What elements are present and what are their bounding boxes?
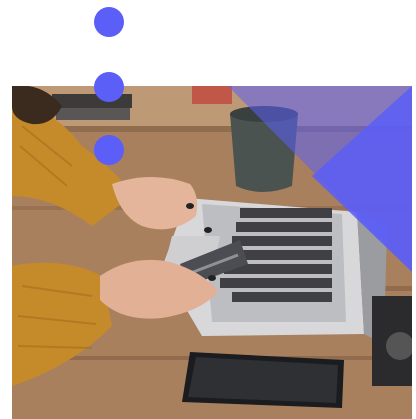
- smartphone: [182, 352, 344, 408]
- books: [52, 94, 132, 120]
- hero-visual: [0, 0, 416, 419]
- camera: [372, 296, 412, 386]
- hero-photo-illustration: [12, 86, 412, 419]
- decor-dot: [94, 72, 124, 102]
- hero-photo: [12, 86, 412, 419]
- decor-dot: [94, 135, 124, 165]
- decor-dot: [94, 7, 124, 37]
